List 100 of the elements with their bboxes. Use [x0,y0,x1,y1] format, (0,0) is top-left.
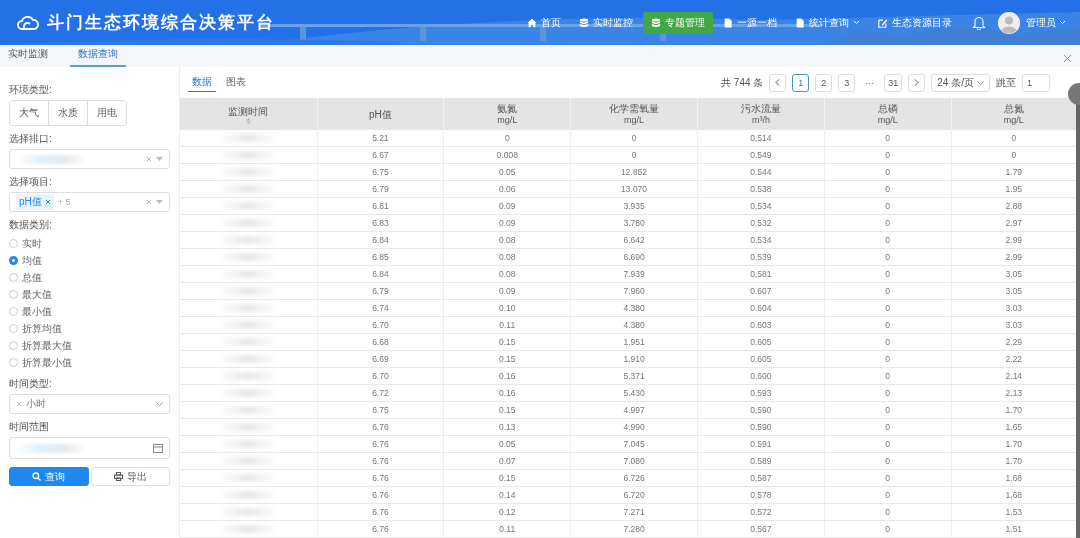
next-page-button[interactable] [908,73,926,92]
radio-option[interactable]: 折算最大值 [9,337,170,354]
table-cell: 1.70 [951,435,1078,453]
table-cell: 0.12 [443,503,571,521]
item-select[interactable]: pH值 + 5 [9,192,170,212]
table-cell: 6.76 [317,452,444,470]
table-cell: 2.99 [951,248,1078,266]
home-icon [527,17,537,28]
view-tab[interactable]: 图表 [222,73,250,92]
page-size-select[interactable]: 24 条/页 [931,73,990,92]
table-cell: 0 [824,248,952,266]
table-cell: 0 [951,130,1078,147]
jump-label: 跳至 [996,75,1016,90]
table-cell: 1.951 [570,333,698,351]
tab[interactable]: 实时监测 [8,47,48,67]
total-count: 共 744 条 [721,75,764,90]
table-cell: 1.68 [951,486,1078,504]
table-cell: 0 [824,265,952,283]
table-cell: 6.68 [317,333,444,351]
table-cell: 0 [824,520,952,538]
table-cell: 1.51 [951,520,1078,538]
close-icon[interactable] [1063,54,1072,63]
date-range-field[interactable] [9,437,170,459]
table-cell: 0.539 [697,248,825,266]
database-icon [651,17,661,28]
table-cell: 0.605 [697,350,825,368]
nav-item[interactable]: 首页 [519,11,569,34]
dropdown-arrow-icon[interactable] [156,200,163,204]
nav-item[interactable]: 生态资源目录 [870,11,960,34]
table-cell: 7.045 [570,435,698,453]
table-cell: 6.84 [317,231,444,249]
table-cell: 7.939 [570,265,698,283]
clear-icon[interactable] [16,401,22,407]
segment-button[interactable]: 大气 [10,101,49,125]
table-cell: 2.22 [951,350,1078,368]
table-cell: 4.380 [570,316,698,334]
table-cell: 0 [951,146,1078,164]
table-cell: 0.15 [443,401,571,419]
app-title: 斗门生态环境综合决策平台 [47,12,275,34]
sort-icon[interactable] [245,117,251,124]
remove-icon[interactable] [44,199,51,205]
table-cell: 6.75 [317,401,444,419]
printer-icon [113,472,123,481]
table-cell: 0.16 [443,384,571,402]
column-header: 总氮 [1003,103,1024,116]
table-cell: 0.16 [443,367,571,385]
bell-icon[interactable] [972,15,986,30]
table-cell: 0 [824,180,952,198]
user-menu[interactable]: 管理员 [1026,15,1066,30]
more-count: + 5 [57,197,71,207]
table-cell: 0 [824,418,952,436]
table-cell: 0.05 [443,163,571,181]
table-cell: 1.68 [951,469,1078,487]
outlet-select[interactable] [9,149,170,169]
radio-option[interactable]: 最大值 [9,286,170,303]
export-button[interactable]: 导出 [90,467,170,486]
table-cell: 0.11 [443,520,571,538]
radio-option[interactable]: 折算最小值 [9,354,170,371]
table-cell: 6.76 [317,503,444,521]
search-button[interactable]: 查询 [9,467,89,486]
jump-page-input[interactable]: 1 [1022,73,1050,92]
table-cell: 4.997 [570,401,698,419]
clear-icon[interactable] [146,156,152,162]
nav-item[interactable]: 统计查询 [787,11,868,34]
table-cell: 0.604 [697,299,825,317]
nav-item[interactable]: 实时监控 [571,11,641,34]
clear-icon[interactable] [146,199,152,205]
table-cell: 6.81 [317,197,444,215]
nav-item[interactable]: 一源一档 [715,11,785,34]
table-cell: 3.935 [570,197,698,215]
radio-option[interactable]: 折算均值 [9,320,170,337]
radio-option[interactable]: 最小值 [9,303,170,320]
table-cell: 0.09 [443,197,571,215]
table-cell: 6.74 [317,299,444,317]
table-cell: 0.13 [443,418,571,436]
table-cell: 1.70 [951,452,1078,470]
radio-option[interactable]: 总值 [9,269,170,286]
dropdown-arrow-icon[interactable] [156,157,163,161]
table-cell: 6.720 [570,486,698,504]
view-tab[interactable]: 数据 [188,73,216,92]
radio-option[interactable]: 实时 [9,235,170,252]
table-cell: 0.538 [697,180,825,198]
prev-page-button[interactable] [769,73,787,92]
calendar-icon[interactable] [153,443,163,453]
page-button[interactable]: 3 [838,73,856,92]
page-button[interactable]: 1 [792,73,810,92]
table-cell: 0 [824,231,952,249]
table-cell: 5.371 [570,367,698,385]
field-label: 数据类别: [9,218,53,232]
page-button[interactable]: 31 [884,73,903,92]
table-cell: 0.09 [443,282,571,300]
page-button[interactable]: 2 [815,73,833,92]
table-cell: 7.280 [570,520,698,538]
table-cell: 5.430 [570,384,698,402]
radio-option[interactable]: 均值 [9,252,170,269]
table-cell: 6.70 [317,367,444,385]
time-type-select[interactable]: 小时 [9,394,170,414]
search-icon [32,472,42,481]
table-cell: 0.15 [443,333,571,351]
column-header: 化学需氧量 [609,103,660,116]
